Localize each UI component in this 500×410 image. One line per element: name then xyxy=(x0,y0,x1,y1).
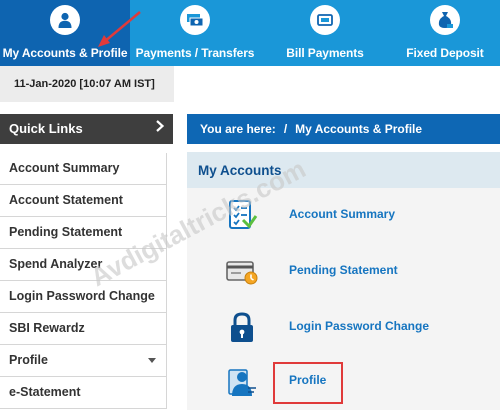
login-password-change-row: Login Password Change xyxy=(187,300,500,356)
account-summary-icon xyxy=(225,198,259,232)
login-password-change-link[interactable]: Login Password Change xyxy=(289,319,429,333)
nav-label: Fixed Deposit xyxy=(406,46,484,60)
breadcrumb-separator: / xyxy=(283,122,288,136)
sidebar-item-e-statement[interactable]: e-Statement xyxy=(0,377,166,409)
money-bag-icon xyxy=(430,5,460,35)
nav-payments-transfers[interactable]: Payments / Transfers xyxy=(130,0,260,66)
nav-my-accounts-profile[interactable]: My Accounts & Profile xyxy=(0,0,130,66)
pending-statement-row: Pending Statement xyxy=(187,244,500,300)
panel-title: My Accounts xyxy=(187,152,500,188)
breadcrumb-prefix: You are here: xyxy=(200,122,276,136)
nav-label: Bill Payments xyxy=(286,46,364,60)
money-transfer-icon xyxy=(180,5,210,35)
sidebar-item-spend-analyzer[interactable]: Spend Analyzer xyxy=(0,249,166,281)
quick-links-header[interactable]: Quick Links xyxy=(0,114,173,144)
top-navigation: My Accounts & Profile Payments / Transfe… xyxy=(0,0,500,66)
netbanking-page: My Accounts & Profile Payments / Transfe… xyxy=(0,0,500,410)
sidebar-item-label: Profile xyxy=(9,353,48,367)
nav-fixed-deposit[interactable]: Fixed Deposit xyxy=(390,0,500,66)
breadcrumb: You are here: / My Accounts & Profile xyxy=(187,114,500,144)
pending-statement-link[interactable]: Pending Statement xyxy=(289,263,398,277)
account-summary-row: Account Summary xyxy=(187,188,500,244)
quick-links-list: Account Summary Account Statement Pendin… xyxy=(0,153,167,409)
nav-label: Payments / Transfers xyxy=(135,46,255,60)
lock-icon xyxy=(225,310,259,344)
chevron-right-icon xyxy=(155,119,165,136)
pending-statement-icon xyxy=(225,254,259,288)
sidebar-item-account-summary[interactable]: Account Summary xyxy=(0,153,166,185)
profile-link[interactable]: Profile xyxy=(289,373,326,387)
sidebar-item-account-statement[interactable]: Account Statement xyxy=(0,185,166,217)
sidebar-item-profile[interactable]: Profile xyxy=(0,345,166,377)
sidebar-item-sbi-rewardz[interactable]: SBI Rewardz xyxy=(0,313,166,345)
profile-icon xyxy=(225,364,259,398)
caret-down-icon xyxy=(148,358,156,363)
sidebar-item-login-password-change[interactable]: Login Password Change xyxy=(0,281,166,313)
bill-card-icon xyxy=(310,5,340,35)
session-datetime: 11-Jan-2020 [10:07 AM IST] xyxy=(0,66,174,102)
sidebar-item-pending-statement[interactable]: Pending Statement xyxy=(0,217,166,249)
quick-links-title: Quick Links xyxy=(9,121,83,136)
person-icon xyxy=(50,5,80,35)
breadcrumb-current[interactable]: My Accounts & Profile xyxy=(295,122,422,136)
nav-label: My Accounts & Profile xyxy=(2,46,128,60)
my-accounts-panel: My Accounts Account Summary Pending Stat… xyxy=(187,152,500,410)
account-summary-link[interactable]: Account Summary xyxy=(289,207,395,221)
profile-row: Profile xyxy=(187,354,500,410)
nav-bill-payments[interactable]: Bill Payments xyxy=(260,0,390,66)
